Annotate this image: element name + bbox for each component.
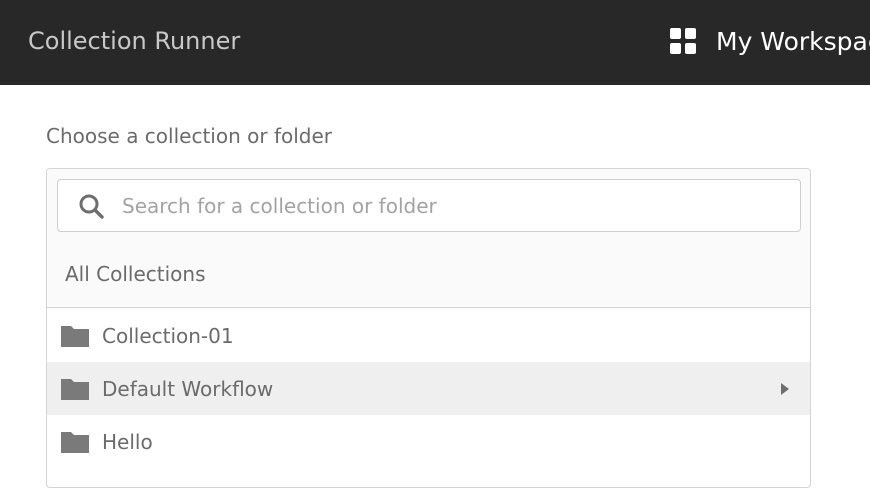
collection-picker: All Collections Collection-01 Default Wo… <box>46 168 811 488</box>
search-box[interactable] <box>57 179 801 232</box>
list-item-label: Default Workflow <box>102 376 274 401</box>
grid-icon <box>670 28 696 54</box>
list-item-collection-01[interactable]: Collection-01 <box>47 309 810 362</box>
folder-icon <box>61 431 89 453</box>
caret-right-icon[interactable] <box>780 382 790 396</box>
list-item-label: Collection-01 <box>102 323 234 348</box>
list-item-hello[interactable]: Hello <box>47 415 810 468</box>
breadcrumb[interactable]: All Collections <box>65 262 206 286</box>
workspace-label: My Workspace <box>716 26 870 56</box>
app-header: Collection Runner My Workspace <box>0 0 870 85</box>
folder-icon <box>61 378 89 400</box>
collection-list: Collection-01 Default Workflow Hello <box>47 309 810 468</box>
folder-icon <box>61 325 89 347</box>
search-input[interactable] <box>122 188 782 224</box>
page-title: Collection Runner <box>28 27 241 55</box>
search-icon <box>79 194 104 219</box>
list-item-default-workflow[interactable]: Default Workflow <box>47 362 810 415</box>
list-item-label: Hello <box>102 429 153 454</box>
section-label: Choose a collection or folder <box>46 124 332 148</box>
picker-header: All Collections <box>47 169 810 308</box>
workspace-switcher[interactable]: My Workspace <box>670 26 870 56</box>
